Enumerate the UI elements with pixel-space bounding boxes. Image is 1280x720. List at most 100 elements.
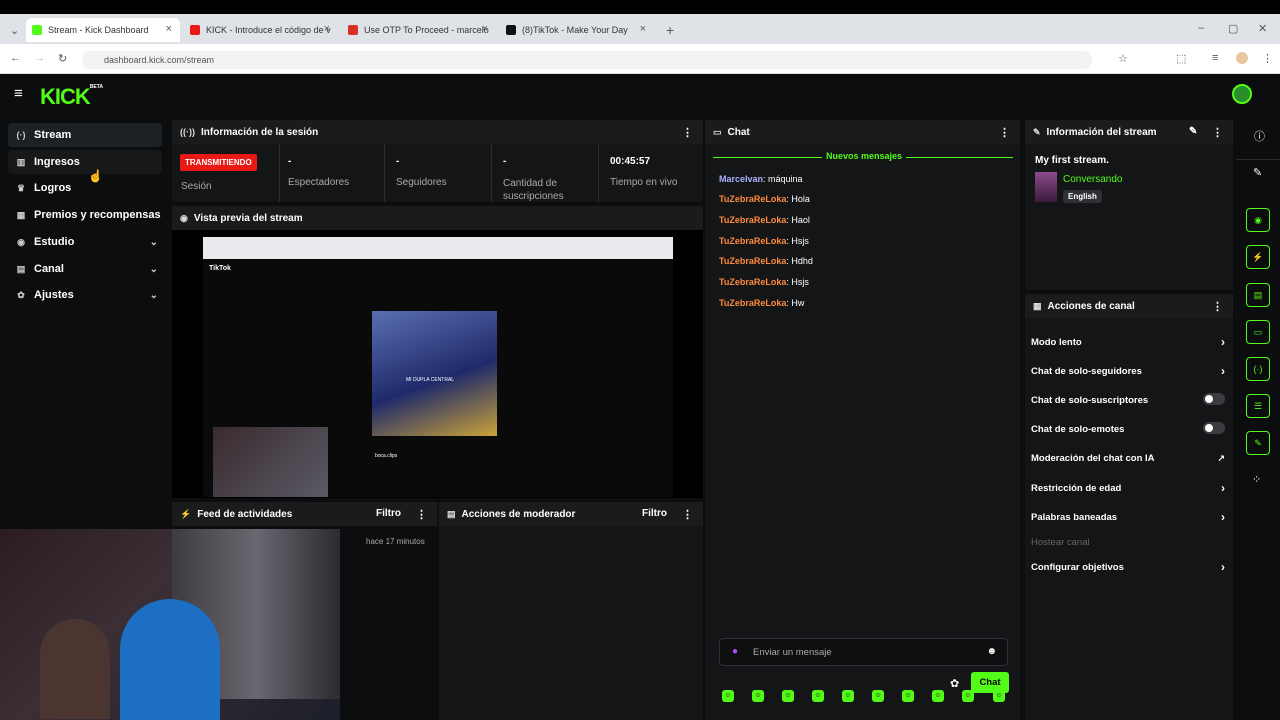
- rail-record-icon[interactable]: ◉: [1246, 208, 1270, 232]
- emote-icon[interactable]: ☺: [872, 690, 884, 702]
- chat-message: TuZebraReLoka: Hdhd: [719, 256, 813, 266]
- more-options-icon[interactable]: ⋮: [416, 508, 427, 521]
- lightning-icon: ⚡: [180, 508, 192, 519]
- action-age-restriction[interactable]: Restricción de edad ›: [1031, 481, 1225, 495]
- sidebar-item-canal[interactable]: ▤ Canal ⌄: [8, 257, 162, 281]
- info-icon[interactable]: ⓘ: [1254, 128, 1265, 144]
- reload-icon[interactable]: ↻: [58, 52, 67, 65]
- hamburger-menu-icon[interactable]: ≡: [14, 85, 23, 102]
- profile-avatar-icon[interactable]: [1236, 52, 1248, 64]
- subscribers-only-toggle[interactable]: [1203, 393, 1225, 405]
- tab-tiktok[interactable]: (8)TikTok - Make Your Day ×: [500, 18, 654, 42]
- chevron-right-icon: ›: [1221, 335, 1225, 349]
- action-ai-moderation[interactable]: Moderación del chat con IA ↗: [1031, 453, 1225, 464]
- emotes-only-toggle[interactable]: [1203, 422, 1225, 434]
- category-link[interactable]: Conversando: [1063, 174, 1122, 185]
- chat-username[interactable]: TuZebraReLoka: [719, 215, 786, 225]
- tab-kick-dashboard[interactable]: Stream - Kick Dashboard ×: [26, 18, 180, 42]
- action-slow-mode[interactable]: Modo lento ›: [1031, 335, 1225, 349]
- edit-layout-icon[interactable]: ✎: [1253, 166, 1262, 179]
- rail-lightning-icon[interactable]: ⚡: [1246, 245, 1270, 269]
- panel-title: Vista previa del stream: [193, 212, 303, 224]
- chat-username[interactable]: TuZebraReLoka: [719, 277, 786, 287]
- rail-document-icon[interactable]: ▤: [1246, 283, 1270, 307]
- sidebar-item-premios[interactable]: ▦ Premios y recompensas: [8, 203, 162, 227]
- feed-filter-button[interactable]: Filtro: [376, 508, 401, 519]
- url-input[interactable]: dashboard.kick.com/stream: [82, 51, 1092, 69]
- chat-username[interactable]: TuZebraReLoka: [719, 194, 786, 204]
- action-configure-goals[interactable]: Configurar objetivos ›: [1031, 560, 1225, 574]
- back-icon[interactable]: ←: [10, 52, 21, 64]
- mod-filter-button[interactable]: Filtro: [642, 508, 667, 519]
- chat-text: : Hsjs: [786, 236, 809, 246]
- emoji-icon[interactable]: ☻: [986, 646, 997, 657]
- more-options-icon[interactable]: ⋮: [999, 126, 1010, 139]
- more-options-icon[interactable]: ⋮: [1212, 126, 1223, 139]
- emote-icon[interactable]: ☺: [722, 690, 734, 702]
- send-chat-button[interactable]: Chat: [971, 672, 1009, 693]
- rail-apps-icon[interactable]: ⁘: [1252, 473, 1261, 486]
- sidebar-item-estudio[interactable]: ◉ Estudio ⌄: [8, 230, 162, 254]
- emote-icon[interactable]: ☺: [812, 690, 824, 702]
- sidebar-item-logros[interactable]: ♛ Logros: [8, 176, 162, 200]
- emote-icon[interactable]: ☺: [932, 690, 944, 702]
- eye-icon: ◉: [180, 212, 188, 223]
- category-thumbnail[interactable]: [1035, 172, 1057, 202]
- user-avatar[interactable]: [1232, 84, 1252, 104]
- feed-timestamp: hace 17 minutos: [366, 537, 425, 546]
- tab-otp[interactable]: Use OTP To Proceed - marcelo ×: [342, 18, 496, 42]
- emote-icon[interactable]: ☺: [902, 690, 914, 702]
- action-banned-words[interactable]: Palabras baneadas ›: [1031, 510, 1225, 524]
- sidebar-item-label: Estudio: [34, 236, 75, 248]
- extensions-icon[interactable]: ⬚: [1176, 52, 1186, 65]
- chat-settings-gear-icon[interactable]: ✿: [950, 677, 959, 690]
- close-icon[interactable]: ×: [324, 23, 330, 35]
- window-close-icon[interactable]: ✕: [1258, 22, 1267, 35]
- rail-broadcast-icon[interactable]: (·): [1246, 357, 1270, 381]
- close-icon[interactable]: ×: [640, 23, 646, 35]
- more-options-icon[interactable]: ⋮: [682, 508, 693, 521]
- maximize-icon[interactable]: ▢: [1228, 22, 1238, 35]
- chevron-right-icon: ›: [1221, 481, 1225, 495]
- chat-input[interactable]: ● Enviar un mensaje ☻: [719, 638, 1008, 666]
- action-label: Restricción de edad: [1031, 483, 1122, 494]
- microphone-icon[interactable]: ●: [732, 646, 738, 657]
- rail-list-icon[interactable]: ☰: [1246, 394, 1270, 418]
- action-followers-only[interactable]: Chat de solo-seguidores ›: [1031, 364, 1225, 378]
- new-tab-icon[interactable]: +: [666, 22, 674, 38]
- more-options-icon[interactable]: ⋮: [682, 126, 693, 139]
- minimize-icon[interactable]: –: [1198, 22, 1204, 34]
- chat-username[interactable]: TuZebraReLoka: [719, 236, 786, 246]
- bookmark-star-icon[interactable]: ☆: [1118, 52, 1128, 65]
- tab-search-icon[interactable]: ⌄: [10, 24, 19, 37]
- action-emotes-only: Chat de solo-emotes: [1031, 422, 1225, 435]
- panel-title: Acciones de canal: [1047, 300, 1135, 312]
- chat-message: TuZebraReLoka: Haol: [719, 215, 810, 225]
- sidebar-item-ajustes[interactable]: ✿ Ajustes ⌄: [8, 283, 162, 307]
- broadcast-icon: ((·)): [180, 127, 195, 137]
- preview-overlay-text: MI DUPLA CENTRAL: [406, 377, 455, 383]
- edit-pencil-icon[interactable]: ✎: [1189, 126, 1197, 137]
- tab-list-icon[interactable]: ≡: [1212, 52, 1218, 64]
- forward-icon[interactable]: →: [34, 52, 45, 64]
- sidebar-item-stream[interactable]: (·) Stream: [8, 123, 162, 147]
- chat-username[interactable]: TuZebraReLoka: [719, 256, 786, 266]
- action-label: Chat de solo-suscriptores: [1031, 395, 1149, 406]
- emote-icon[interactable]: ☺: [842, 690, 854, 702]
- menu-icon[interactable]: ⋮: [1262, 52, 1273, 65]
- close-icon[interactable]: ×: [482, 23, 488, 35]
- more-options-icon[interactable]: ⋮: [1212, 300, 1223, 313]
- emote-icon[interactable]: ☺: [752, 690, 764, 702]
- preview-video[interactable]: TikTok MI DUPLA CENTRAL boca.clips: [203, 237, 673, 497]
- kick-logo[interactable]: KICKBETA: [40, 84, 103, 110]
- sidebar-item-ingresos[interactable]: ▥ Ingresos: [8, 150, 162, 174]
- close-icon[interactable]: ×: [166, 23, 172, 35]
- tab-kick-code[interactable]: KICK - Introduce el código de v ×: [184, 18, 338, 42]
- chat-username[interactable]: TuZebraReLoka: [719, 298, 786, 308]
- sidebar-item-label: Stream: [34, 129, 72, 141]
- chat-username[interactable]: Marcelvan: [719, 174, 763, 184]
- emote-icon[interactable]: ☺: [782, 690, 794, 702]
- rail-wrench-icon[interactable]: ✎: [1246, 431, 1270, 455]
- rail-chat-icon[interactable]: ▭: [1246, 320, 1270, 344]
- chat-panel: ▭ Chat ⋮ Nuevos mensajes Marcelvan: máquin…: [705, 120, 1020, 720]
